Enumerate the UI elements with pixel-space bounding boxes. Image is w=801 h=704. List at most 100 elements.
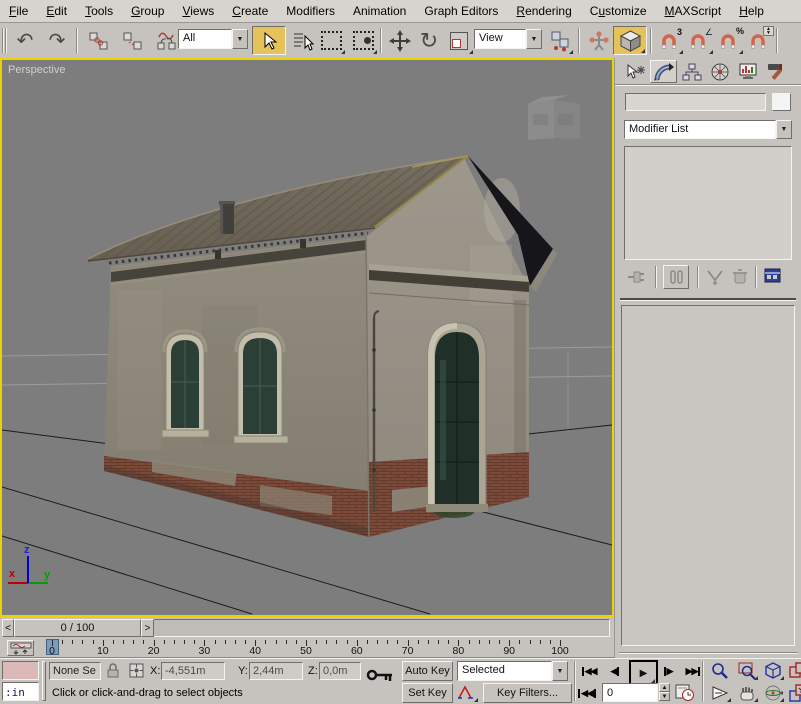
coord-system-value: View xyxy=(474,29,526,49)
select-link-button[interactable] xyxy=(84,26,114,55)
menu-item-file[interactable]: File xyxy=(0,1,37,22)
time-config-button[interactable] xyxy=(675,683,695,704)
time-slider-next-button[interactable]: > xyxy=(141,619,154,637)
default-tangent-button[interactable] xyxy=(457,684,479,703)
modifier-list-arrow[interactable]: ▼ xyxy=(776,120,792,139)
frame-spinner[interactable]: ▲ ▼ xyxy=(659,683,670,702)
menu-item-create[interactable]: Create xyxy=(223,1,277,22)
viewport-label[interactable]: Perspective xyxy=(8,64,65,76)
move-button[interactable] xyxy=(385,26,415,55)
make-unique-button[interactable] xyxy=(705,268,725,289)
use-center-button[interactable] xyxy=(546,26,574,55)
menu-item-views[interactable]: Views xyxy=(173,1,223,22)
frame-number-field[interactable]: 0 xyxy=(602,683,658,702)
menu-item-animation[interactable]: Animation xyxy=(344,1,415,22)
selection-filter-dropdown[interactable]: All ▼ xyxy=(178,29,248,49)
select-by-name-button[interactable] xyxy=(288,26,318,55)
auto-key-button[interactable]: Auto Key xyxy=(402,661,453,681)
tab-modify[interactable] xyxy=(650,60,677,83)
pan-hand-icon xyxy=(737,684,757,703)
rect-selection-button[interactable] xyxy=(316,26,346,55)
undo-button[interactable]: ↶ xyxy=(10,26,40,55)
manipulate-button[interactable] xyxy=(584,26,614,55)
key-mode-arrow[interactable]: ▼ xyxy=(552,661,568,681)
z-coord-field[interactable]: 0,0m xyxy=(319,662,361,680)
next-frame-button[interactable]: ▶ xyxy=(657,661,679,681)
go-start-button[interactable]: ◀◀ xyxy=(578,661,600,681)
key-mode-dropdown[interactable]: Selected ▼ xyxy=(457,661,568,681)
maximize-viewport-button[interactable] xyxy=(786,683,801,703)
set-keys-button[interactable] xyxy=(366,669,394,688)
listener-splitter[interactable] xyxy=(42,661,46,701)
pan-button[interactable] xyxy=(735,683,759,703)
x-coord-field[interactable]: -4,551m xyxy=(161,662,225,680)
selection-status-text: None Se xyxy=(53,665,96,677)
modifier-list-dropdown[interactable]: Modifier List ▼ xyxy=(624,120,792,139)
zoom-all-button[interactable] xyxy=(735,661,759,681)
selection-filter-arrow[interactable]: ▼ xyxy=(232,29,248,49)
fov-button[interactable] xyxy=(708,683,732,703)
selection-lock-button[interactable] xyxy=(105,662,121,683)
zoom-button[interactable] xyxy=(708,661,732,681)
menu-item-customize[interactable]: Customize xyxy=(581,1,656,22)
y-coord-field[interactable]: 2,44m xyxy=(249,662,303,680)
zoom-extents-button[interactable] xyxy=(761,661,785,681)
prev-frame-button[interactable]: ◀ xyxy=(604,661,626,681)
ruler-label-70: 70 xyxy=(402,645,414,657)
maxscript-listener-macro-line[interactable] xyxy=(2,661,39,680)
menu-item-rendering[interactable]: Rendering xyxy=(507,1,580,22)
key-filters-button[interactable]: Key Filters... xyxy=(483,683,572,703)
configure-modifier-sets-button[interactable] xyxy=(763,267,783,288)
redo-button[interactable]: ↷ xyxy=(42,26,72,55)
menu-item-tools[interactable]: Tools xyxy=(76,1,122,22)
rotate-button[interactable]: ↻ xyxy=(414,26,444,55)
ruler-tick xyxy=(397,640,398,644)
time-slider-prev-button[interactable]: < xyxy=(2,619,14,637)
set-key-button[interactable]: Set Key xyxy=(402,683,453,703)
snap-3d-button[interactable]: 3 xyxy=(654,26,684,55)
trackbar-ruler[interactable]: 0102030405060708090100 xyxy=(40,638,612,658)
tab-create[interactable] xyxy=(622,60,649,83)
menu-item-group[interactable]: Group xyxy=(122,1,173,22)
spinner-down-button[interactable]: ▼ xyxy=(659,692,670,701)
scale-button[interactable] xyxy=(444,26,474,55)
window-crossing-button[interactable] xyxy=(348,26,378,55)
mini-curve-editor-button[interactable] xyxy=(7,640,34,656)
arc-rotate-button[interactable] xyxy=(761,683,785,703)
time-slider-handle[interactable]: 0 / 100 xyxy=(14,619,141,637)
object-name-field[interactable] xyxy=(625,93,766,111)
pin-stack-button[interactable] xyxy=(626,268,648,289)
select-object-button[interactable] xyxy=(252,26,286,55)
toolbar-handle[interactable] xyxy=(2,28,4,53)
menu-item-help[interactable]: Help xyxy=(730,1,773,22)
zoom-extents-all-button[interactable] xyxy=(786,661,801,681)
menu-item-modifiers[interactable]: Modifiers xyxy=(277,1,344,22)
snaps-cube-button[interactable] xyxy=(613,26,647,55)
remove-modifier-button[interactable] xyxy=(730,267,750,289)
coord-system-arrow[interactable]: ▼ xyxy=(526,29,542,49)
coord-system-dropdown[interactable]: View ▼ xyxy=(474,29,542,49)
spinner-up-button[interactable]: ▲ xyxy=(659,683,670,692)
show-end-result-button[interactable] xyxy=(663,265,689,289)
angle-snap-button[interactable]: ∠ xyxy=(684,26,714,55)
maxscript-listener-input[interactable]: :in xyxy=(2,682,39,701)
unlink-button[interactable] xyxy=(118,26,148,55)
tab-display[interactable] xyxy=(734,60,761,83)
viewport[interactable]: x y z Perspective xyxy=(0,58,614,617)
menu-item-edit[interactable]: Edit xyxy=(37,1,76,22)
menu-item-graph-editors[interactable]: Graph Editors xyxy=(415,1,507,22)
object-color-swatch[interactable] xyxy=(772,93,791,111)
go-end-button[interactable]: ▶▶ xyxy=(682,661,704,681)
spinner-snap-button[interactable]: ▲▼ xyxy=(744,26,774,55)
tab-utilities[interactable] xyxy=(762,60,789,83)
tab-motion[interactable] xyxy=(706,60,733,83)
key-mode-toggle-button[interactable]: ◀◀ xyxy=(576,683,598,703)
prompt-line: Click or click-and-drag to select object… xyxy=(52,687,243,699)
tab-hierarchy[interactable] xyxy=(678,60,705,83)
menu-item-maxscript[interactable]: MAXScript xyxy=(656,1,731,22)
absolute-offset-toggle[interactable] xyxy=(128,662,145,682)
modifier-stack-list[interactable] xyxy=(624,146,792,260)
ruler-tick xyxy=(62,640,63,644)
rollout-area[interactable] xyxy=(621,305,795,646)
percent-snap-button[interactable]: % xyxy=(714,26,744,55)
